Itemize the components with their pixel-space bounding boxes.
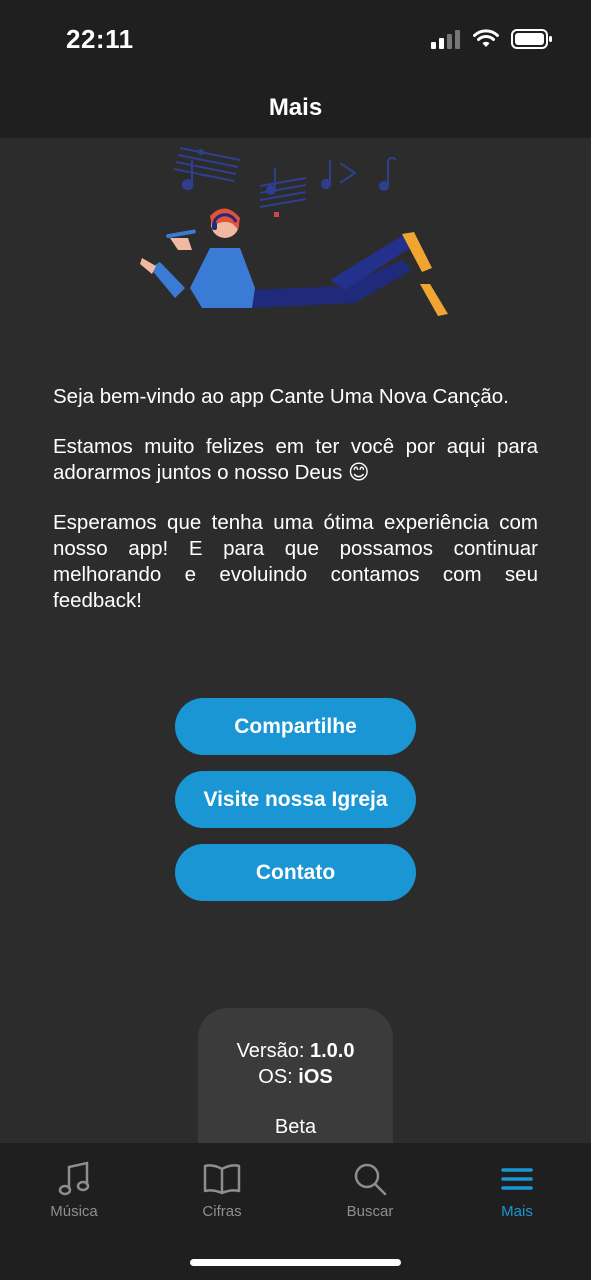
- music-note-icon: [58, 1161, 90, 1196]
- tab-label: Música: [50, 1203, 98, 1220]
- tab-label: Buscar: [346, 1203, 394, 1220]
- os-line: OS: iOS: [198, 1064, 393, 1090]
- book-icon: [203, 1164, 241, 1195]
- home-indicator: [190, 1259, 401, 1266]
- tab-mais[interactable]: Mais: [443, 1161, 591, 1220]
- tab-musica[interactable]: Música: [0, 1161, 148, 1220]
- status-bar: 22:11: [0, 0, 591, 78]
- version-card: Versão: 1.0.0 OS: iOS Beta: [198, 1008, 393, 1148]
- os-label: OS:: [258, 1066, 293, 1088]
- nav-bar: Mais: [0, 78, 591, 138]
- tab-cifras[interactable]: Cifras: [148, 1161, 296, 1220]
- menu-icon: [501, 1168, 533, 1190]
- status-time: 22:11: [66, 24, 134, 54]
- search-icon: [354, 1163, 387, 1196]
- version-line: Versão: 1.0.0: [198, 1038, 393, 1064]
- tab-label: Mais: [501, 1203, 533, 1220]
- tab-label: Cifras: [202, 1203, 242, 1220]
- wifi-icon: [473, 29, 499, 47]
- beta-label: Beta: [274, 1116, 317, 1138]
- battery-icon: [511, 29, 552, 49]
- welcome-illustration: [130, 138, 460, 328]
- tab-buscar[interactable]: Buscar: [296, 1161, 444, 1220]
- status-icons: [431, 28, 553, 50]
- page-title: Mais: [268, 94, 323, 121]
- share-button[interactable]: Compartilhe: [175, 698, 416, 755]
- welcome-paragraph-3: Esperamos que tenha uma ótima experiênci…: [53, 511, 538, 612]
- welcome-paragraph-2: Estamos muito felizes em ter você por aq…: [53, 435, 538, 484]
- os-value: iOS: [298, 1066, 333, 1088]
- signal-icon: [431, 30, 460, 49]
- version-value: 1.0.0: [309, 1040, 355, 1062]
- welcome-paragraph-1: Seja bem-vindo ao app Cante Uma Nova Can…: [53, 385, 509, 408]
- welcome-text: Seja bem-vindo ao app Cante Uma Nova Can…: [53, 384, 538, 638]
- visit-church-button[interactable]: Visite nossa Igreja: [175, 771, 416, 828]
- contact-button[interactable]: Contato: [175, 844, 416, 901]
- version-label: Versão:: [236, 1040, 305, 1062]
